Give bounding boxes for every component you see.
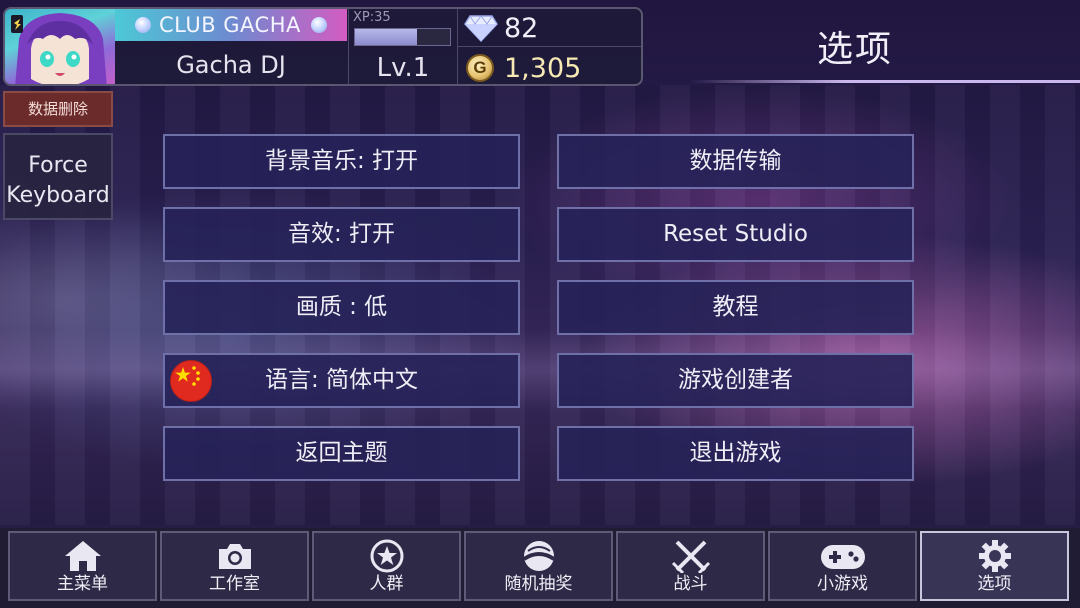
- diamond-icon: [464, 15, 498, 42]
- player-level: Lv.1: [376, 53, 430, 83]
- bottom-nav: 主菜单 工作室 人群 随机抽奖 战斗 小游戏 选项: [0, 528, 1080, 608]
- nav-label: 小游戏: [817, 574, 868, 594]
- crossed-swords-icon: [671, 540, 710, 573]
- reset-studio-button[interactable]: Reset Studio: [557, 207, 914, 262]
- gold-count: 1,305: [504, 53, 582, 84]
- nav-item-gacha[interactable]: 随机抽奖: [464, 531, 613, 601]
- gold-counter[interactable]: G 1,305: [458, 48, 641, 84]
- gem-counter[interactable]: 82: [458, 9, 641, 47]
- club-orb-icon: [311, 17, 327, 33]
- bgm-toggle-button[interactable]: 背景音乐: 打开: [163, 134, 520, 189]
- club-banner: CLUB GACHA: [115, 9, 347, 41]
- page-title: 选项: [816, 29, 893, 70]
- gacha-orb-icon: [522, 541, 555, 571]
- game-creator-button[interactable]: 游戏创建者: [557, 353, 914, 408]
- gold-coin-icon: G: [466, 54, 494, 82]
- avatar[interactable]: [5, 9, 115, 84]
- nav-item-battle[interactable]: 战斗: [616, 531, 765, 601]
- gamepad-icon: [820, 545, 865, 569]
- force-keyboard-label-line2: Keyboard: [6, 183, 110, 208]
- language-label: 语言: 简体中文: [264, 367, 419, 393]
- exit-game-button[interactable]: 退出游戏: [557, 426, 914, 481]
- data-transfer-button[interactable]: 数据传输: [557, 134, 914, 189]
- force-keyboard-label-line1: Force: [28, 153, 88, 178]
- xp-panel: XP:35 Lv.1: [348, 9, 456, 84]
- nav-label: 主菜单: [57, 574, 108, 594]
- tutorial-button[interactable]: 教程: [557, 280, 914, 335]
- quality-button[interactable]: 画质 : 低: [163, 280, 520, 335]
- player-header: CLUB GACHA Gacha DJ XP:35 Lv.1 82 G 1,30…: [3, 7, 643, 86]
- nav-item-main-menu[interactable]: 主菜单: [8, 531, 157, 601]
- player-name: Gacha DJ: [176, 51, 286, 79]
- xp-progress-fill: [355, 29, 417, 45]
- sfx-toggle-button[interactable]: 音效: 打开: [163, 207, 520, 262]
- title-underline: [690, 80, 1080, 83]
- xp-progress-bar: [354, 28, 451, 46]
- nav-label: 人群: [369, 574, 404, 594]
- china-flag-icon: [170, 360, 212, 402]
- return-title-button[interactable]: 返回主题: [163, 426, 520, 481]
- nav-item-minigames[interactable]: 小游戏: [768, 531, 917, 601]
- background-glow: [0, 330, 1080, 410]
- avatar-portrait-icon: [11, 13, 107, 84]
- club-orb-icon: [135, 17, 151, 33]
- gem-count: 82: [504, 13, 539, 44]
- home-icon: [64, 541, 101, 571]
- delete-data-button[interactable]: 数据删除: [3, 91, 113, 127]
- gear-icon: [978, 540, 1011, 572]
- star-icon: [370, 539, 403, 573]
- club-title: CLUB GACHA: [159, 13, 301, 37]
- language-button[interactable]: 语言: 简体中文: [163, 353, 520, 408]
- currency-panel: 82 G 1,305: [457, 9, 641, 84]
- nav-item-options[interactable]: 选项: [920, 531, 1069, 601]
- nav-label: 选项: [977, 574, 1012, 594]
- nav-label: 随机抽奖: [504, 574, 573, 594]
- background-pattern: [0, 85, 1080, 525]
- nav-item-crowd[interactable]: 人群: [312, 531, 461, 601]
- xp-label: XP:35: [353, 10, 391, 25]
- nav-label: 战斗: [673, 574, 708, 594]
- nav-label: 工作室: [209, 574, 260, 594]
- nav-item-studio[interactable]: 工作室: [160, 531, 309, 601]
- camera-icon: [218, 544, 251, 569]
- force-keyboard-button[interactable]: Force Keyboard: [3, 133, 113, 220]
